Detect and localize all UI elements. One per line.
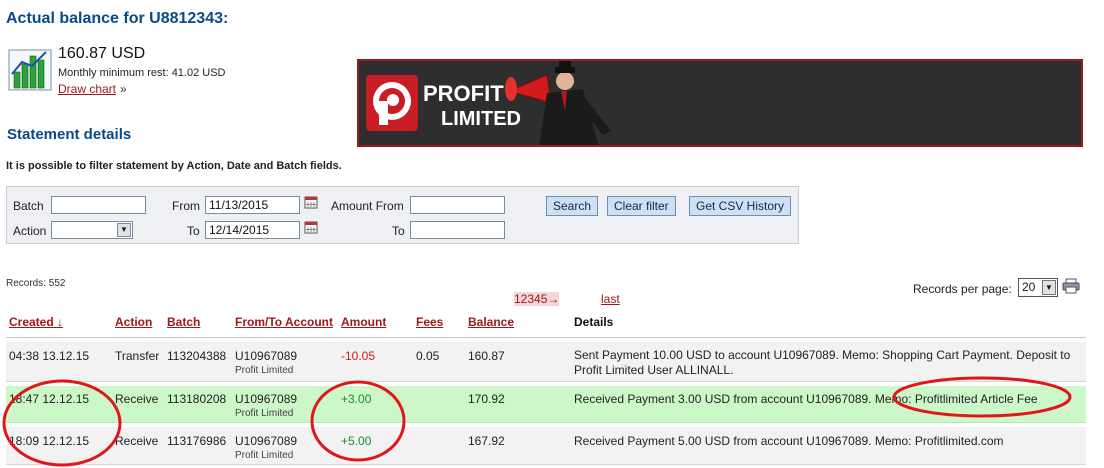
row-account-name: Profit Limited [235,365,294,376]
chevron-down-icon[interactable]: ▼ [117,223,131,237]
header-divider [6,337,1086,338]
filter-hint: It is possible to filter statement by Ac… [6,160,342,172]
records-per-page-label: Records per page: [913,282,1012,296]
page-links[interactable]: 12345→ [514,292,560,306]
col-fees-header[interactable]: Fees [416,315,443,329]
row-account: U10967089 [235,349,298,363]
col-batch-header[interactable]: Batch [167,315,200,329]
table-row: 18:47 12.12.15 Receive 113180208 U109670… [6,386,1086,423]
action-select[interactable]: ▼ [51,221,133,239]
table-row: 18:09 12.12.15 Receive 113176986 U109670… [6,427,1086,465]
action-label: Action [13,224,47,238]
records-count: Records: 552 [6,278,66,289]
row-amount: -10.05 [341,349,376,363]
from-label: From [172,199,200,213]
row-created: 18:09 12.12.15 [9,434,90,448]
row-batch: 113180208 [167,392,227,406]
statement-title: Statement details [7,126,132,143]
row-batch: 113204388 [167,349,227,363]
draw-chart-link[interactable]: Draw chart [58,82,116,96]
banner-line1: PROFIT [423,81,504,106]
records-per-page-select[interactable]: 20 ▼ [1018,278,1058,297]
last-page-link[interactable]: last [601,292,620,306]
row-balance: 167.92 [468,434,505,448]
col-balance-header[interactable]: Balance [468,315,514,329]
draw-chart-arrow: » [120,82,127,96]
amount-from-label: Amount From [331,199,404,213]
row-details: Sent Payment 10.00 USD to account U10967… [574,348,1071,377]
table-row: 04:38 13.12.15 Transfer 113204388 U10967… [6,342,1086,382]
to-date-input[interactable] [205,221,300,239]
monthly-minimum: Monthly minimum rest: 41.02 USD [58,67,226,79]
col-amount-header[interactable]: Amount [341,315,386,329]
pagination[interactable]: 12345→ [514,292,560,306]
calendar-icon[interactable] [304,220,318,234]
col-action-header[interactable]: Action [115,315,152,329]
row-account-name: Profit Limited [235,408,294,419]
row-action: Receive [115,392,159,406]
row-amount: +3.00 [341,392,372,406]
row-created: 18:47 12.12.15 [9,392,90,406]
chevron-down-icon[interactable]: ▼ [1042,280,1056,295]
profit-limited-banner[interactable]: PROFIT LIMITED [357,59,1083,147]
balance-amount: 160.87 USD [58,45,146,62]
profit-limited-logo-icon [366,75,418,131]
balance-title: Actual balance for U8812343: [6,10,229,27]
col-account-header[interactable]: From/To Account [235,315,333,329]
row-created: 04:38 13.12.15 [9,349,90,363]
csv-history-button[interactable]: Get CSV History [689,196,792,216]
row-fees: 0.05 [416,349,440,363]
row-account: U10967089 [235,434,298,448]
row-amount: +5.00 [341,434,372,448]
row-details: Received Payment 5.00 USD from account U… [574,434,1004,448]
bar-chart-icon [8,49,52,91]
search-button[interactable]: Search [546,196,599,216]
printer-icon[interactable] [1062,278,1080,294]
clear-filter-button[interactable]: Clear filter [607,196,676,216]
calendar-icon[interactable] [304,195,318,209]
col-details-header: Details [574,315,614,329]
records-per-page-value: 20 [1022,280,1036,294]
row-balance: 160.87 [468,349,505,363]
from-date-input[interactable] [205,196,300,214]
row-account: U10967089 [235,392,298,406]
to-label: To [187,224,200,238]
row-batch: 113176986 [167,434,227,448]
batch-label: Batch [13,199,44,213]
row-account-name: Profit Limited [235,450,294,461]
row-action: Transfer [115,349,160,363]
row-action: Receive [115,434,159,448]
row-balance: 170.92 [468,392,505,406]
col-created-header[interactable]: Created ↓ [9,315,63,329]
amount-to-input[interactable] [410,221,505,239]
filter-panel: Batch Action ▼ From To Amount From To Se… [6,186,799,244]
row-details: Received Payment 3.00 USD from account U… [574,392,1038,406]
batch-input[interactable] [51,196,146,214]
megaphone-man-icon [505,61,611,145]
amount-from-input[interactable] [410,196,505,214]
amount-to-label: To [392,224,405,238]
